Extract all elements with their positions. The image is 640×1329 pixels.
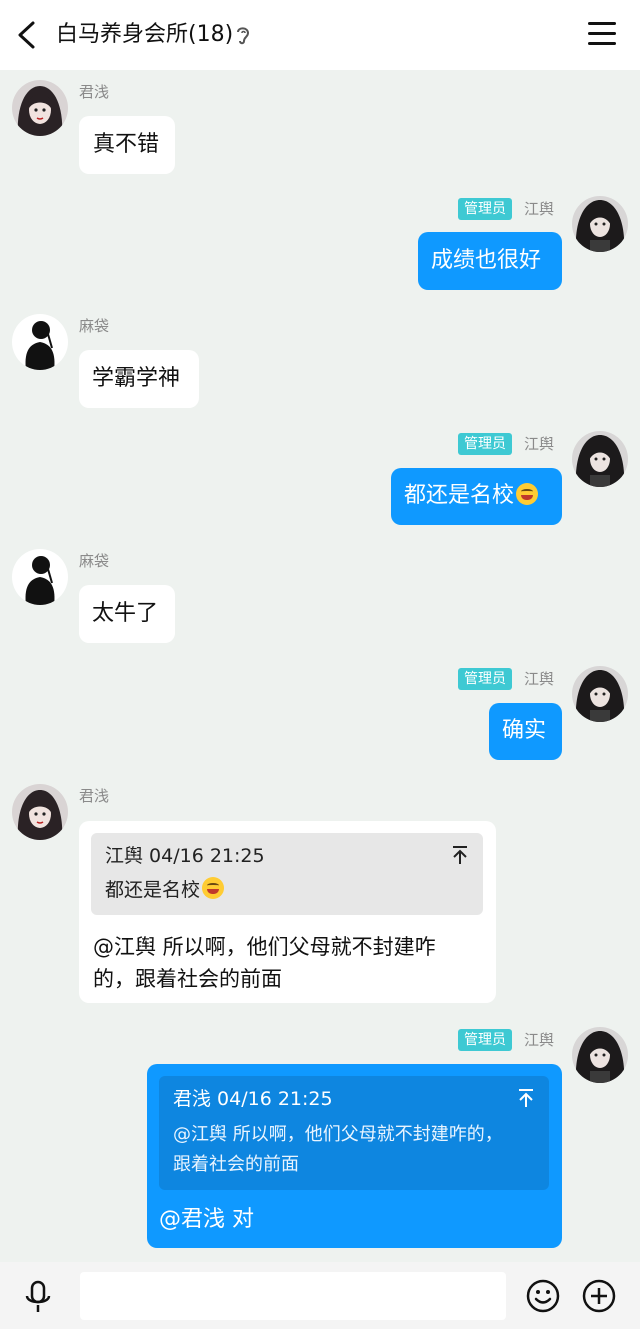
message-text: 太牛了 [92, 601, 159, 626]
message-text: 真不错 [93, 132, 160, 157]
message-bubble[interactable]: 太牛了 [79, 585, 175, 643]
message-incoming: 君浅 江舆 04/16 21:25 都还是名校 @江舆 所以啊，他们父母就不封建… [0, 784, 640, 1006]
sender-name: 江舆 [524, 200, 555, 218]
avatar-junqian[interactable] [12, 784, 68, 840]
message-bubble[interactable]: 学霸学神 [79, 350, 199, 408]
sender-name: 君浅 [79, 787, 110, 805]
grinning-squint-emoji [516, 483, 539, 505]
admin-badge: 管理员 [458, 433, 512, 455]
chat-header: 白马养身会所(18) [0, 0, 640, 70]
plus-circle-icon[interactable] [582, 1279, 616, 1313]
message-text: 学霸学神 [92, 366, 181, 391]
message-incoming: 君浅 真不错 [0, 80, 640, 180]
sender-name: 江舆 [524, 435, 555, 453]
input-bar [0, 1262, 640, 1329]
sender-name: 麻袋 [79, 317, 110, 335]
message-bubble[interactable]: 真不错 [79, 116, 175, 174]
avatar-jiangyu[interactable] [572, 431, 628, 487]
admin-badge: 管理员 [458, 1029, 512, 1051]
jump-to-original-icon[interactable] [517, 1088, 535, 1108]
message-bubble[interactable]: 成绩也很好 [418, 232, 562, 290]
message-outgoing: 管理员 江舆 成绩也很好 [0, 196, 640, 296]
message-incoming: 麻袋 太牛了 [0, 549, 640, 649]
message-bubble[interactable]: 确实 [489, 703, 562, 760]
message-incoming: 麻袋 学霸学神 [0, 314, 640, 414]
ear-icon [237, 27, 250, 45]
grinning-squint-emoji [202, 877, 225, 899]
avatar-jiangyu[interactable] [572, 666, 628, 722]
chevron-left-icon[interactable] [14, 20, 40, 50]
quoted-message[interactable]: 君浅 04/16 21:25 @江舆 所以啊，他们父母就不封建咋的， 跟着社会的… [159, 1076, 549, 1190]
message-outgoing: 管理员 江舆 都还是名校 [0, 431, 640, 531]
smiley-icon[interactable] [526, 1279, 560, 1313]
admin-badge: 管理员 [458, 198, 512, 220]
message-bubble[interactable]: 都还是名校 [391, 468, 562, 525]
message-text: 都还是名校 [404, 483, 515, 508]
message-text: @君浅 对 [159, 1207, 254, 1232]
message-text: @江舆 所以啊，他们父母就不封建咋 的，跟着社会的前面 [93, 935, 436, 991]
microphone-icon[interactable] [24, 1280, 52, 1314]
sender-name: 江舆 [524, 1031, 555, 1049]
avatar-madai[interactable] [12, 549, 68, 605]
hamburger-menu-icon[interactable] [588, 22, 616, 48]
message-bubble-with-quote[interactable]: 君浅 04/16 21:25 @江舆 所以啊，他们父母就不封建咋的， 跟着社会的… [147, 1064, 562, 1248]
avatar-madai[interactable] [12, 314, 68, 370]
quote-text: 都还是名校 [105, 875, 225, 905]
quote-header: 君浅 04/16 21:25 [173, 1088, 333, 1110]
quote-header: 江舆 04/16 21:25 [105, 845, 265, 867]
message-bubble-with-quote[interactable]: 江舆 04/16 21:25 都还是名校 @江舆 所以啊，他们父母就不封建咋 的… [79, 821, 496, 1003]
avatar-jiangyu[interactable] [572, 196, 628, 252]
sender-name: 君浅 [79, 83, 110, 101]
group-title[interactable]: 白马养身会所(18) [56, 20, 233, 50]
message-outgoing: 管理员 江舆 确实 [0, 666, 640, 766]
admin-badge: 管理员 [458, 668, 512, 690]
jump-to-original-icon[interactable] [451, 845, 469, 865]
message-text: 确实 [502, 718, 547, 743]
avatar-junqian[interactable] [12, 80, 68, 136]
avatar-jiangyu[interactable] [572, 1027, 628, 1083]
sender-name: 江舆 [524, 670, 555, 688]
message-outgoing: 管理员 江舆 君浅 04/16 21:25 @江舆 所以啊，他们父母就不封建咋的… [0, 1027, 640, 1251]
sender-name: 麻袋 [79, 552, 110, 570]
message-text: 成绩也很好 [431, 248, 542, 273]
message-input[interactable] [80, 1272, 506, 1320]
quoted-message[interactable]: 江舆 04/16 21:25 都还是名校 [91, 833, 483, 915]
quote-text: @江舆 所以啊，他们父母就不封建咋的， 跟着社会的前面 [173, 1124, 503, 1175]
